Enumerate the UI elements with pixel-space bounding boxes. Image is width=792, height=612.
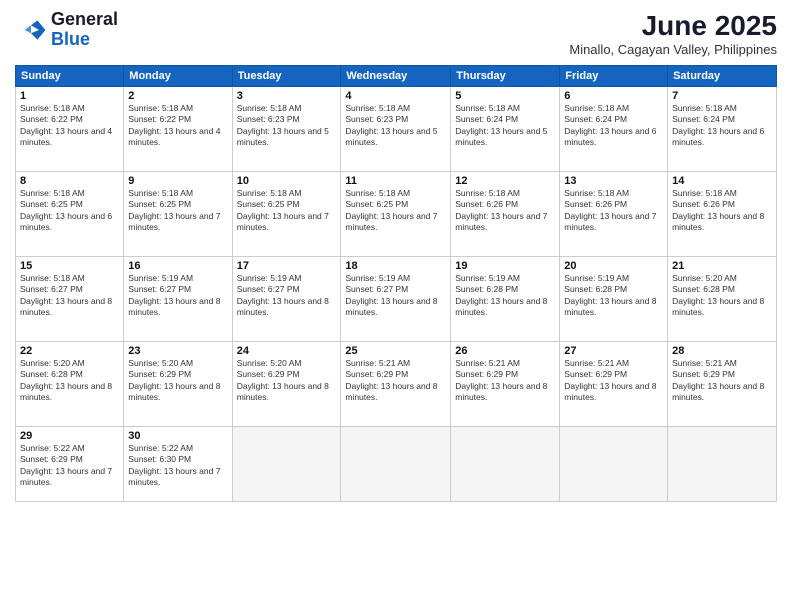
list-item: 6 Sunrise: 5:18 AMSunset: 6:24 PMDayligh… xyxy=(560,87,668,172)
list-item: 30 Sunrise: 5:22 AMSunset: 6:30 PMDaylig… xyxy=(124,427,232,502)
list-item: 27 Sunrise: 5:21 AMSunset: 6:29 PMDaylig… xyxy=(560,342,668,427)
list-item: 21 Sunrise: 5:20 AMSunset: 6:28 PMDaylig… xyxy=(668,257,777,342)
list-item: 2 Sunrise: 5:18 AMSunset: 6:22 PMDayligh… xyxy=(124,87,232,172)
list-item: 11 Sunrise: 5:18 AMSunset: 6:25 PMDaylig… xyxy=(341,172,451,257)
logo-line1: General xyxy=(51,10,118,30)
logo-line2: Blue xyxy=(51,30,118,50)
list-item: 25 Sunrise: 5:21 AMSunset: 6:29 PMDaylig… xyxy=(341,342,451,427)
list-item: 7 Sunrise: 5:18 AMSunset: 6:24 PMDayligh… xyxy=(668,87,777,172)
list-item: 20 Sunrise: 5:19 AMSunset: 6:28 PMDaylig… xyxy=(560,257,668,342)
calendar-header-row: Sunday Monday Tuesday Wednesday Thursday… xyxy=(16,66,777,87)
list-item: 8 Sunrise: 5:18 AMSunset: 6:25 PMDayligh… xyxy=(16,172,124,257)
col-friday: Friday xyxy=(560,66,668,87)
list-item: 26 Sunrise: 5:21 AMSunset: 6:29 PMDaylig… xyxy=(451,342,560,427)
header: General Blue June 2025 Minallo, Cagayan … xyxy=(15,10,777,57)
list-item: 3 Sunrise: 5:18 AMSunset: 6:23 PMDayligh… xyxy=(232,87,341,172)
list-item xyxy=(668,427,777,502)
list-item: 19 Sunrise: 5:19 AMSunset: 6:28 PMDaylig… xyxy=(451,257,560,342)
title-area: June 2025 Minallo, Cagayan Valley, Phili… xyxy=(569,10,777,57)
col-tuesday: Tuesday xyxy=(232,66,341,87)
list-item: 28 Sunrise: 5:21 AMSunset: 6:29 PMDaylig… xyxy=(668,342,777,427)
list-item: 13 Sunrise: 5:18 AMSunset: 6:26 PMDaylig… xyxy=(560,172,668,257)
list-item: 10 Sunrise: 5:18 AMSunset: 6:25 PMDaylig… xyxy=(232,172,341,257)
calendar: Sunday Monday Tuesday Wednesday Thursday… xyxy=(15,65,777,502)
list-item xyxy=(451,427,560,502)
list-item: 9 Sunrise: 5:18 AMSunset: 6:25 PMDayligh… xyxy=(124,172,232,257)
table-row: 1 Sunrise: 5:18 AMSunset: 6:22 PMDayligh… xyxy=(16,87,777,172)
list-item: 12 Sunrise: 5:18 AMSunset: 6:26 PMDaylig… xyxy=(451,172,560,257)
col-thursday: Thursday xyxy=(451,66,560,87)
logo: General Blue xyxy=(15,10,118,50)
list-item: 4 Sunrise: 5:18 AMSunset: 6:23 PMDayligh… xyxy=(341,87,451,172)
col-monday: Monday xyxy=(124,66,232,87)
table-row: 8 Sunrise: 5:18 AMSunset: 6:25 PMDayligh… xyxy=(16,172,777,257)
list-item: 17 Sunrise: 5:19 AMSunset: 6:27 PMDaylig… xyxy=(232,257,341,342)
list-item xyxy=(341,427,451,502)
list-item: 15 Sunrise: 5:18 AMSunset: 6:27 PMDaylig… xyxy=(16,257,124,342)
list-item: 16 Sunrise: 5:19 AMSunset: 6:27 PMDaylig… xyxy=(124,257,232,342)
list-item xyxy=(560,427,668,502)
table-row: 29 Sunrise: 5:22 AMSunset: 6:29 PMDaylig… xyxy=(16,427,777,502)
logo-icon xyxy=(15,14,47,46)
list-item xyxy=(232,427,341,502)
list-item: 18 Sunrise: 5:19 AMSunset: 6:27 PMDaylig… xyxy=(341,257,451,342)
list-item: 5 Sunrise: 5:18 AMSunset: 6:24 PMDayligh… xyxy=(451,87,560,172)
col-sunday: Sunday xyxy=(16,66,124,87)
table-row: 15 Sunrise: 5:18 AMSunset: 6:27 PMDaylig… xyxy=(16,257,777,342)
col-saturday: Saturday xyxy=(668,66,777,87)
list-item: 22 Sunrise: 5:20 AMSunset: 6:28 PMDaylig… xyxy=(16,342,124,427)
month-title: June 2025 xyxy=(569,10,777,42)
list-item: 24 Sunrise: 5:20 AMSunset: 6:29 PMDaylig… xyxy=(232,342,341,427)
table-row: 22 Sunrise: 5:20 AMSunset: 6:28 PMDaylig… xyxy=(16,342,777,427)
col-wednesday: Wednesday xyxy=(341,66,451,87)
logo-text: General Blue xyxy=(51,10,118,50)
list-item: 14 Sunrise: 5:18 AMSunset: 6:26 PMDaylig… xyxy=(668,172,777,257)
page: General Blue June 2025 Minallo, Cagayan … xyxy=(0,0,792,612)
list-item: 23 Sunrise: 5:20 AMSunset: 6:29 PMDaylig… xyxy=(124,342,232,427)
list-item: 1 Sunrise: 5:18 AMSunset: 6:22 PMDayligh… xyxy=(16,87,124,172)
list-item: 29 Sunrise: 5:22 AMSunset: 6:29 PMDaylig… xyxy=(16,427,124,502)
location-title: Minallo, Cagayan Valley, Philippines xyxy=(569,42,777,57)
